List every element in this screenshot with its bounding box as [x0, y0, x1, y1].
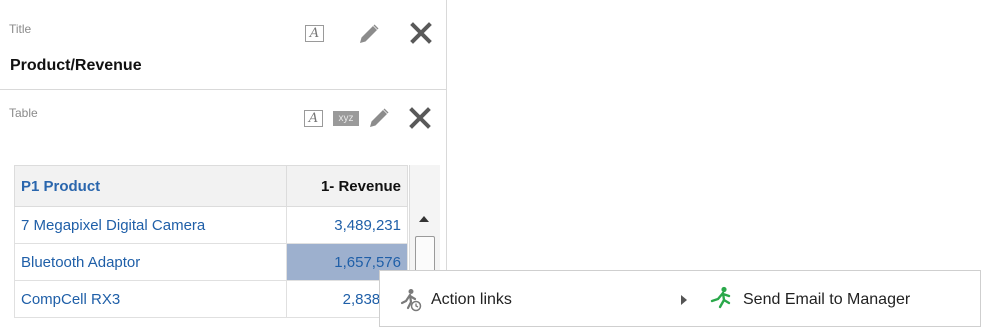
- table-row: CompCell RX3 2,838,59: [14, 280, 408, 318]
- product-cell[interactable]: 7 Megapixel Digital Camera: [14, 206, 287, 244]
- view-title-text: Product/Revenue: [10, 57, 142, 74]
- close-view-icon[interactable]: [409, 107, 431, 129]
- menu-item-label: Send Email to Manager: [743, 291, 911, 308]
- scroll-up-arrow-icon[interactable]: [419, 216, 429, 222]
- product-cell[interactable]: Bluetooth Adaptor: [14, 243, 287, 281]
- submenu-arrow-icon: [681, 295, 687, 305]
- context-menu: Action links: [379, 270, 695, 327]
- menu-item-action-links[interactable]: Action links: [380, 283, 694, 317]
- revenue-cell[interactable]: 3,489,231: [286, 206, 408, 244]
- column-header-product[interactable]: P1 Product: [14, 165, 287, 207]
- format-text-icon[interactable]: A: [305, 25, 324, 42]
- table-row: 7 Megapixel Digital Camera 3,489,231: [14, 206, 408, 244]
- column-header-revenue[interactable]: 1- Revenue: [286, 165, 408, 207]
- format-text-icon[interactable]: A: [304, 110, 323, 127]
- view-type-label: Title: [9, 22, 32, 36]
- view-type-label: Table: [9, 106, 38, 120]
- edit-pencil-icon[interactable]: [367, 106, 391, 130]
- running-man-icon: [710, 286, 731, 309]
- title-view: Title A Product/Revenue: [0, 0, 447, 90]
- product-cell[interactable]: CompCell RX3: [14, 280, 287, 318]
- table-header-row: P1 Product 1- Revenue: [14, 165, 408, 207]
- menu-item-label: Action links: [431, 291, 512, 308]
- table-row: Bluetooth Adaptor 1,657,576: [14, 243, 408, 281]
- close-view-icon[interactable]: [410, 22, 432, 44]
- edit-pencil-icon[interactable]: [357, 22, 381, 46]
- action-link-icon: [400, 289, 422, 312]
- action-links-submenu: Send Email to Manager: [694, 270, 981, 327]
- menu-item-send-email[interactable]: Send Email to Manager: [694, 283, 980, 317]
- data-table: P1 Product 1- Revenue 7 Megapixel Digita…: [14, 165, 408, 318]
- data-format-icon[interactable]: xyz: [333, 111, 359, 126]
